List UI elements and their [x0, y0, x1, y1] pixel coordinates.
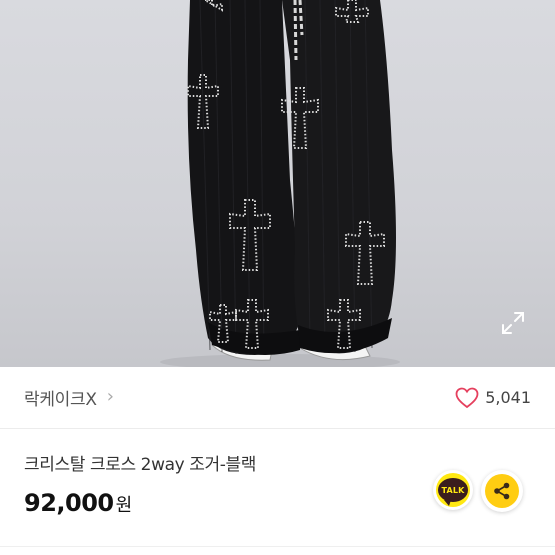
product-title: 크리스탈 크로스 2way 조거-블랙	[24, 455, 256, 475]
product-info: 크리스탈 크로스 2way 조거-블랙 92,000 원	[24, 450, 424, 517]
expand-image-button[interactable]	[500, 310, 532, 342]
kakao-talk-button[interactable]: TALK	[433, 470, 473, 510]
chevron-right-icon: ›	[106, 386, 114, 407]
product-photo-jogger-pants	[160, 0, 400, 367]
like-button[interactable]: 5,041	[455, 387, 531, 409]
heart-outline-icon	[455, 387, 479, 408]
talk-label: TALK	[441, 485, 465, 495]
store-bar: 락케이크X › 5,041	[0, 367, 555, 429]
product-image[interactable]	[0, 0, 555, 367]
like-count: 5,041	[485, 388, 531, 407]
price-value: 92,000	[24, 489, 114, 517]
price-row: 92,000 원	[24, 489, 424, 517]
divider	[0, 546, 555, 547]
share-button[interactable]	[481, 470, 523, 512]
price-currency: 원	[115, 495, 133, 516]
talk-icon: TALK	[436, 473, 470, 507]
share-icon	[494, 482, 510, 500]
store-link[interactable]: 락케이크X ›	[24, 385, 114, 410]
store-name: 락케이크X	[24, 390, 97, 410]
expand-arrows-icon	[502, 312, 524, 334]
